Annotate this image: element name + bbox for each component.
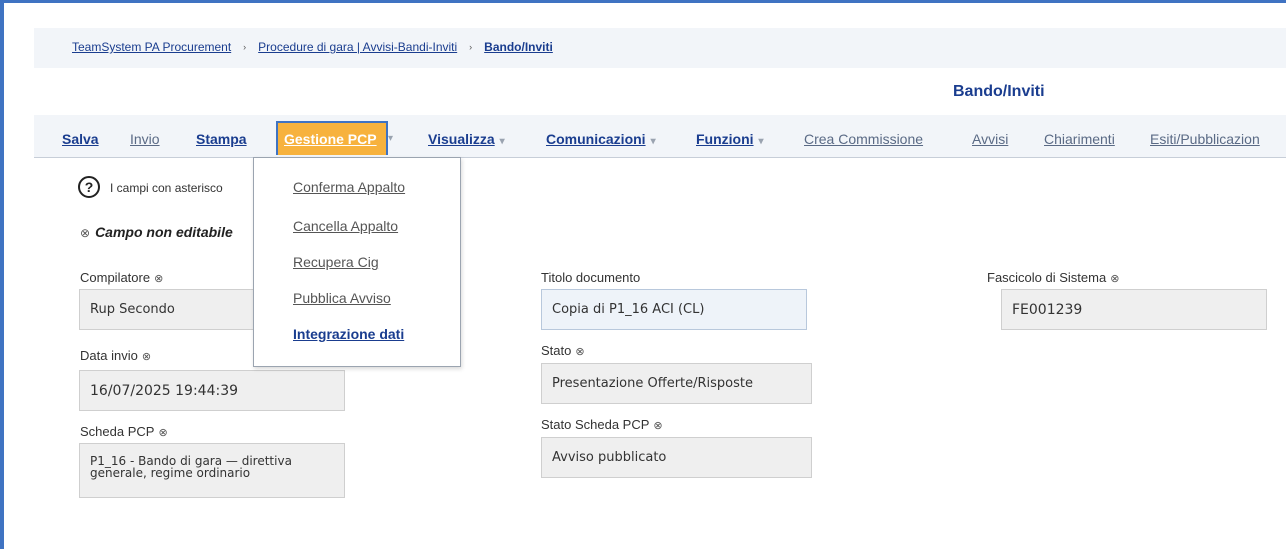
not-editable-icon: ⊗ bbox=[1110, 273, 1120, 285]
breadcrumb-link-home[interactable]: TeamSystem PA Procurement bbox=[72, 40, 231, 54]
stato-scheda-pcp-label-text: Stato Scheda PCP bbox=[541, 417, 650, 432]
chevron-down-icon: ▾ bbox=[650, 136, 656, 147]
data-invio-label-text: Data invio bbox=[80, 348, 138, 363]
page-title: Bando/Inviti bbox=[953, 83, 1045, 100]
data-invio-field: 16/07/2025 19:44:39 bbox=[79, 370, 345, 411]
menu-invio[interactable]: Invio bbox=[130, 131, 160, 147]
stato-scheda-pcp-label: Stato Scheda PCP ⊗ bbox=[541, 417, 663, 432]
menu-avvisi[interactable]: Avvisi bbox=[972, 131, 1008, 147]
breadcrumb: TeamSystem PA Procurement › Procedure di… bbox=[72, 40, 553, 54]
breadcrumb-separator-icon: › bbox=[243, 42, 247, 52]
data-invio-label: Data invio ⊗ bbox=[80, 348, 151, 363]
required-fields-note: I campi con asterisco bbox=[110, 181, 223, 195]
menu-stampa[interactable]: Stampa bbox=[196, 131, 247, 147]
not-editable-icon: ⊗ bbox=[575, 346, 585, 358]
not-editable-icon: ⊗ bbox=[653, 420, 663, 432]
menu-salva[interactable]: Salva bbox=[62, 131, 99, 147]
menu-funzioni[interactable]: Funzioni ▾ bbox=[696, 131, 764, 147]
not-editable-icon: ⊗ bbox=[141, 351, 152, 363]
non-editable-legend: ⊗ Campo non editabile bbox=[80, 224, 233, 240]
not-editable-icon: ⊗ bbox=[154, 273, 164, 285]
dropdown-item-recupera-cig[interactable]: Recupera Cig bbox=[293, 254, 379, 270]
breadcrumb-link-current[interactable]: Bando/Inviti bbox=[484, 40, 553, 54]
not-editable-icon: ⊗ bbox=[158, 427, 168, 439]
titolo-documento-field[interactable]: Copia di P1_16 ACI (CL) bbox=[541, 289, 807, 330]
breadcrumb-link-procedure[interactable]: Procedure di gara | Avvisi-Bandi-Inviti bbox=[258, 40, 457, 54]
dropdown-item-pubblica-avviso[interactable]: Pubblica Avviso bbox=[293, 290, 391, 306]
scheda-pcp-label: Scheda PCP ⊗ bbox=[80, 424, 168, 439]
dropdown-item-conferma-appalto[interactable]: Conferma Appalto bbox=[293, 179, 405, 195]
menu-crea-commissione[interactable]: Crea Commissione bbox=[804, 131, 923, 147]
non-editable-legend-text: Campo non editabile bbox=[95, 224, 233, 240]
menu-comunicazioni[interactable]: Comunicazioni ▾ bbox=[546, 131, 656, 147]
dropdown-item-integrazione-dati[interactable]: Integrazione dati bbox=[293, 326, 404, 342]
chevron-down-icon: ▾ bbox=[758, 136, 764, 147]
title-bar bbox=[34, 68, 1286, 115]
window-top-border bbox=[0, 0, 1286, 3]
menu-visualizza[interactable]: Visualizza ▾ bbox=[428, 131, 505, 147]
breadcrumb-separator-icon: › bbox=[469, 42, 473, 52]
stato-scheda-pcp-field: Avviso pubblicato bbox=[541, 437, 812, 478]
menu-visualizza-label: Visualizza bbox=[428, 131, 495, 147]
help-icon[interactable]: ? bbox=[78, 176, 100, 198]
scheda-pcp-label-text: Scheda PCP bbox=[80, 424, 155, 439]
fascicolo-di-sistema-label-text: Fascicolo di Sistema bbox=[987, 270, 1107, 285]
fascicolo-di-sistema-field: FE001239 bbox=[1001, 289, 1267, 330]
titolo-documento-label: Titolo documento bbox=[541, 270, 641, 285]
stato-label-text: Stato bbox=[541, 343, 572, 358]
window-left-border bbox=[0, 0, 4, 549]
compilatore-label: Compilatore ⊗ bbox=[80, 270, 163, 285]
scheda-pcp-field: P1_16 - Bando di gara — direttiva genera… bbox=[79, 443, 345, 498]
menu-gestione-pcp-label[interactable]: Gestione PCP bbox=[284, 131, 377, 147]
menu-comunicazioni-label: Comunicazioni bbox=[546, 131, 646, 147]
chevron-down-icon: ▾ bbox=[499, 136, 505, 147]
fascicolo-di-sistema-label: Fascicolo di Sistema ⊗ bbox=[987, 270, 1119, 285]
menu-chiarimenti[interactable]: Chiarimenti bbox=[1044, 131, 1115, 147]
menu-esiti-pubblicazione[interactable]: Esiti/Pubblicazion bbox=[1150, 131, 1260, 147]
not-editable-icon: ⊗ bbox=[80, 226, 91, 240]
chevron-down-icon: ▾ bbox=[388, 133, 394, 144]
compilatore-label-text: Compilatore bbox=[80, 270, 151, 285]
dropdown-item-cancella-appalto[interactable]: Cancella Appalto bbox=[293, 218, 398, 234]
stato-label: Stato ⊗ bbox=[541, 343, 585, 358]
menu-funzioni-label: Funzioni bbox=[696, 131, 754, 147]
stato-field: Presentazione Offerte/Risposte bbox=[541, 363, 812, 404]
